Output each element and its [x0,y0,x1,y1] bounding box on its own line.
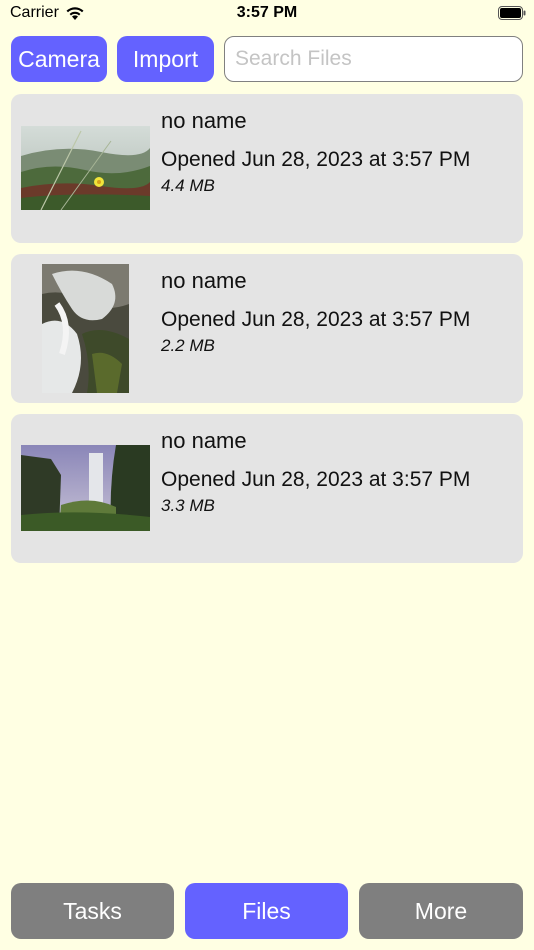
file-card[interactable]: no name Opened Jun 28, 2023 at 3:57 PM 4… [11,94,523,243]
file-name: no name [161,428,247,453]
search-files-input[interactable] [224,36,523,82]
file-size: 4.4 MB [161,176,215,195]
import-button[interactable]: Import [117,36,214,82]
waterfall-cliff-thumbnail [21,445,150,531]
clock: 3:57 PM [236,4,298,21]
meadow-thumbnail [21,126,150,210]
waterfall-cliff-photo [21,445,150,531]
file-size: 3.3 MB [161,496,215,515]
tab-more[interactable]: More [359,883,523,939]
file-name: no name [161,268,247,293]
meadow-photo [21,126,150,210]
status-bar: Carrier 3:57 PM [0,0,534,30]
waterfall-rocks-photo [42,264,129,393]
tab-files[interactable]: Files [185,883,348,939]
file-card[interactable]: no name Opened Jun 28, 2023 at 3:57 PM 2… [11,254,523,403]
file-size: 2.2 MB [161,336,215,355]
camera-button[interactable]: Camera [11,36,107,82]
file-card[interactable]: no name Opened Jun 28, 2023 at 3:57 PM 3… [11,414,523,563]
file-name: no name [161,108,247,133]
tab-tasks[interactable]: Tasks [11,883,174,939]
battery-icon [498,6,526,20]
file-opened-date: Opened Jun 28, 2023 at 3:57 PM [161,308,471,331]
file-opened-date: Opened Jun 28, 2023 at 3:57 PM [161,148,471,171]
waterfall-rocks-thumbnail [42,264,129,393]
file-opened-date: Opened Jun 28, 2023 at 3:57 PM [161,468,471,491]
